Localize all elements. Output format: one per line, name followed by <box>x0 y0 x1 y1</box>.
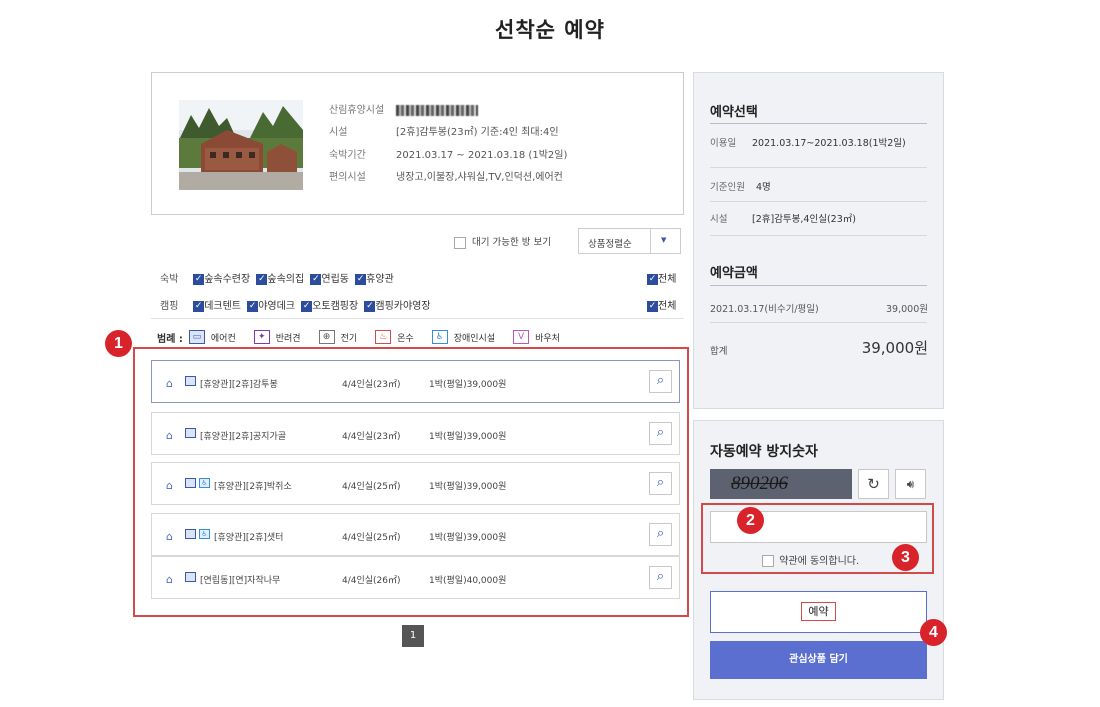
legend-item: ♨ 온수 <box>375 330 414 344</box>
filter-option[interactable]: ✓ 데크텐트 <box>193 300 241 312</box>
lodging-all-filter[interactable]: ✓ 전체 <box>647 270 676 285</box>
check-icon: ✓ <box>310 273 322 285</box>
summary-panel: 예약선택 이용일 2021.03.17~2021.03.18(1박2일) 기준인원… <box>693 72 944 409</box>
check-icon: ✓ <box>193 273 205 285</box>
sort-divider <box>650 229 651 253</box>
price-row-label: 2021.03.17(비수기/평일) <box>710 304 819 315</box>
annotation-marker-4: 4 <box>920 619 947 646</box>
check-icon: ✓ <box>301 300 313 312</box>
facility-name-label: 산림휴양시설 <box>329 105 385 116</box>
facility-row: 시설 [2휴]감투봉(23㎡) 기준:4인 최대:4인 <box>329 123 559 138</box>
voucher-icon: V <box>513 330 530 344</box>
accessible-icon: ♿ <box>431 330 448 344</box>
total-label: 합계 <box>710 346 728 357</box>
summary-row: 기준인원 4명 <box>710 167 927 202</box>
facility-value: [2휴]감투봉(23㎡) 기준:4인 최대:4인 <box>396 127 559 138</box>
check-icon: ✓ <box>647 300 658 312</box>
amenities-label: 편의시설 <box>329 172 366 183</box>
summary-row: 이용일 2021.03.17~2021.03.18(1박2일) <box>710 135 927 168</box>
price-row-divider <box>710 322 927 323</box>
legend-divider <box>151 318 684 319</box>
price-row-value: 39,000원 <box>886 304 928 315</box>
summary-divider <box>710 123 927 124</box>
camping-filter-row: 캠핑 ✓ 데크텐트 ✓ 야영데크 ✓ 오토캠핑장 ✓ 캠핑카야영장 <box>160 297 434 312</box>
price-divider <box>710 285 927 286</box>
page-button-current[interactable]: 1 <box>402 625 424 647</box>
captcha-code: 890206 <box>731 473 788 494</box>
reserve-label: 예약 <box>801 602 836 621</box>
lodging-filter-row: 숙박 ✓ 숲속수련장 ✓ 숲속의집 ✓ 연립동 ✓ 휴양관 <box>160 270 397 285</box>
filter-option[interactable]: ✓ 야영데크 <box>247 300 295 312</box>
annotation-marker-3: 3 <box>892 544 919 571</box>
filter-option[interactable]: ✓ 오토캠핑장 <box>301 300 358 312</box>
period-value: 2021.03.17 ~ 2021.03.18 (1박2일) <box>396 150 568 161</box>
check-icon: ✓ <box>364 300 376 312</box>
check-icon: ✓ <box>256 273 268 285</box>
facility-photo <box>179 100 303 190</box>
facility-label: 시설 <box>329 127 348 138</box>
facility-name-redacted <box>396 104 478 116</box>
filter-option[interactable]: ✓ 연립동 <box>310 273 349 285</box>
page-title: 선착순 예약 <box>495 18 605 42</box>
facility-info-box: 산림휴양시설 시설 [2휴]감투봉(23㎡) 기준:4인 최대:4인 숙박기간 20… <box>151 72 684 215</box>
hotwater-icon: ♨ <box>375 330 392 344</box>
sort-select[interactable]: 상품정렬순 ▼ <box>578 228 681 254</box>
check-icon: ✓ <box>247 300 259 312</box>
annotation-box-1 <box>133 347 689 617</box>
legend-item: ⊕ 전기 <box>318 330 357 344</box>
summary-heading: 예약선택 <box>710 105 758 120</box>
amenities-value: 냉장고,이불장,샤워실,TV,인덕션,에어컨 <box>396 172 563 183</box>
aircon-icon: ▭ <box>188 330 205 344</box>
amenities-row: 편의시설 냉장고,이불장,샤워실,TV,인덕션,에어컨 <box>329 168 563 183</box>
waitlist-label: 대기 가능한 방 보기 <box>472 237 552 248</box>
camping-tag: 캠핑 <box>160 301 179 312</box>
total-value: 39,000원 <box>861 339 928 357</box>
facility-name-row: 산림휴양시설 <box>329 101 478 116</box>
summary-row: 시설 [2휴]감투봉,4인실(23㎡) <box>710 201 927 236</box>
filter-option[interactable]: ✓ 휴양관 <box>355 273 394 285</box>
legend-item: ♿ 장애인시설 <box>431 330 495 344</box>
captcha-heading: 자동예약 방지숫자 <box>710 444 818 460</box>
waitlist-toggle[interactable]: 대기 가능한 방 보기 <box>454 234 551 249</box>
electric-icon: ⊕ <box>318 330 335 344</box>
sort-label: 상품정렬순 <box>588 239 632 250</box>
filter-option[interactable]: ✓ 숲속수련장 <box>193 273 250 285</box>
legend-title: 범례 : <box>157 333 183 345</box>
annotation-marker-1: 1 <box>105 330 132 357</box>
annotation-marker-2: 2 <box>737 507 764 534</box>
pet-icon: ✦ <box>253 330 270 344</box>
speaker-icon[interactable]: 🔊︎ <box>895 469 926 499</box>
check-icon: ✓ <box>647 273 658 285</box>
captcha-image: 890206 <box>710 469 852 499</box>
lodging-tag: 숙박 <box>160 274 179 285</box>
camping-all-filter[interactable]: ✓ 전체 <box>647 297 676 312</box>
filter-option[interactable]: ✓ 숲속의집 <box>256 273 304 285</box>
refresh-icon[interactable]: ↻ <box>858 469 889 499</box>
legend-item: V 바우처 <box>513 330 560 344</box>
check-icon: ✓ <box>355 273 367 285</box>
waitlist-checkbox[interactable] <box>454 236 466 249</box>
filter-option[interactable]: ✓ 캠핑카야영장 <box>364 300 431 312</box>
legend-item: ✦ 반려견 <box>253 330 301 344</box>
check-icon: ✓ <box>193 300 205 312</box>
chevron-down-icon: ▼ <box>661 236 667 244</box>
legend-item: ▭ 에어컨 <box>188 330 236 344</box>
wishlist-button[interactable]: 관심상품 담기 <box>710 641 927 679</box>
price-heading: 예약금액 <box>710 266 758 281</box>
period-row: 숙박기간 2021.03.17 ~ 2021.03.18 (1박2일) <box>329 146 567 161</box>
period-label: 숙박기간 <box>329 150 366 161</box>
reserve-button[interactable]: 예약 <box>710 591 927 633</box>
